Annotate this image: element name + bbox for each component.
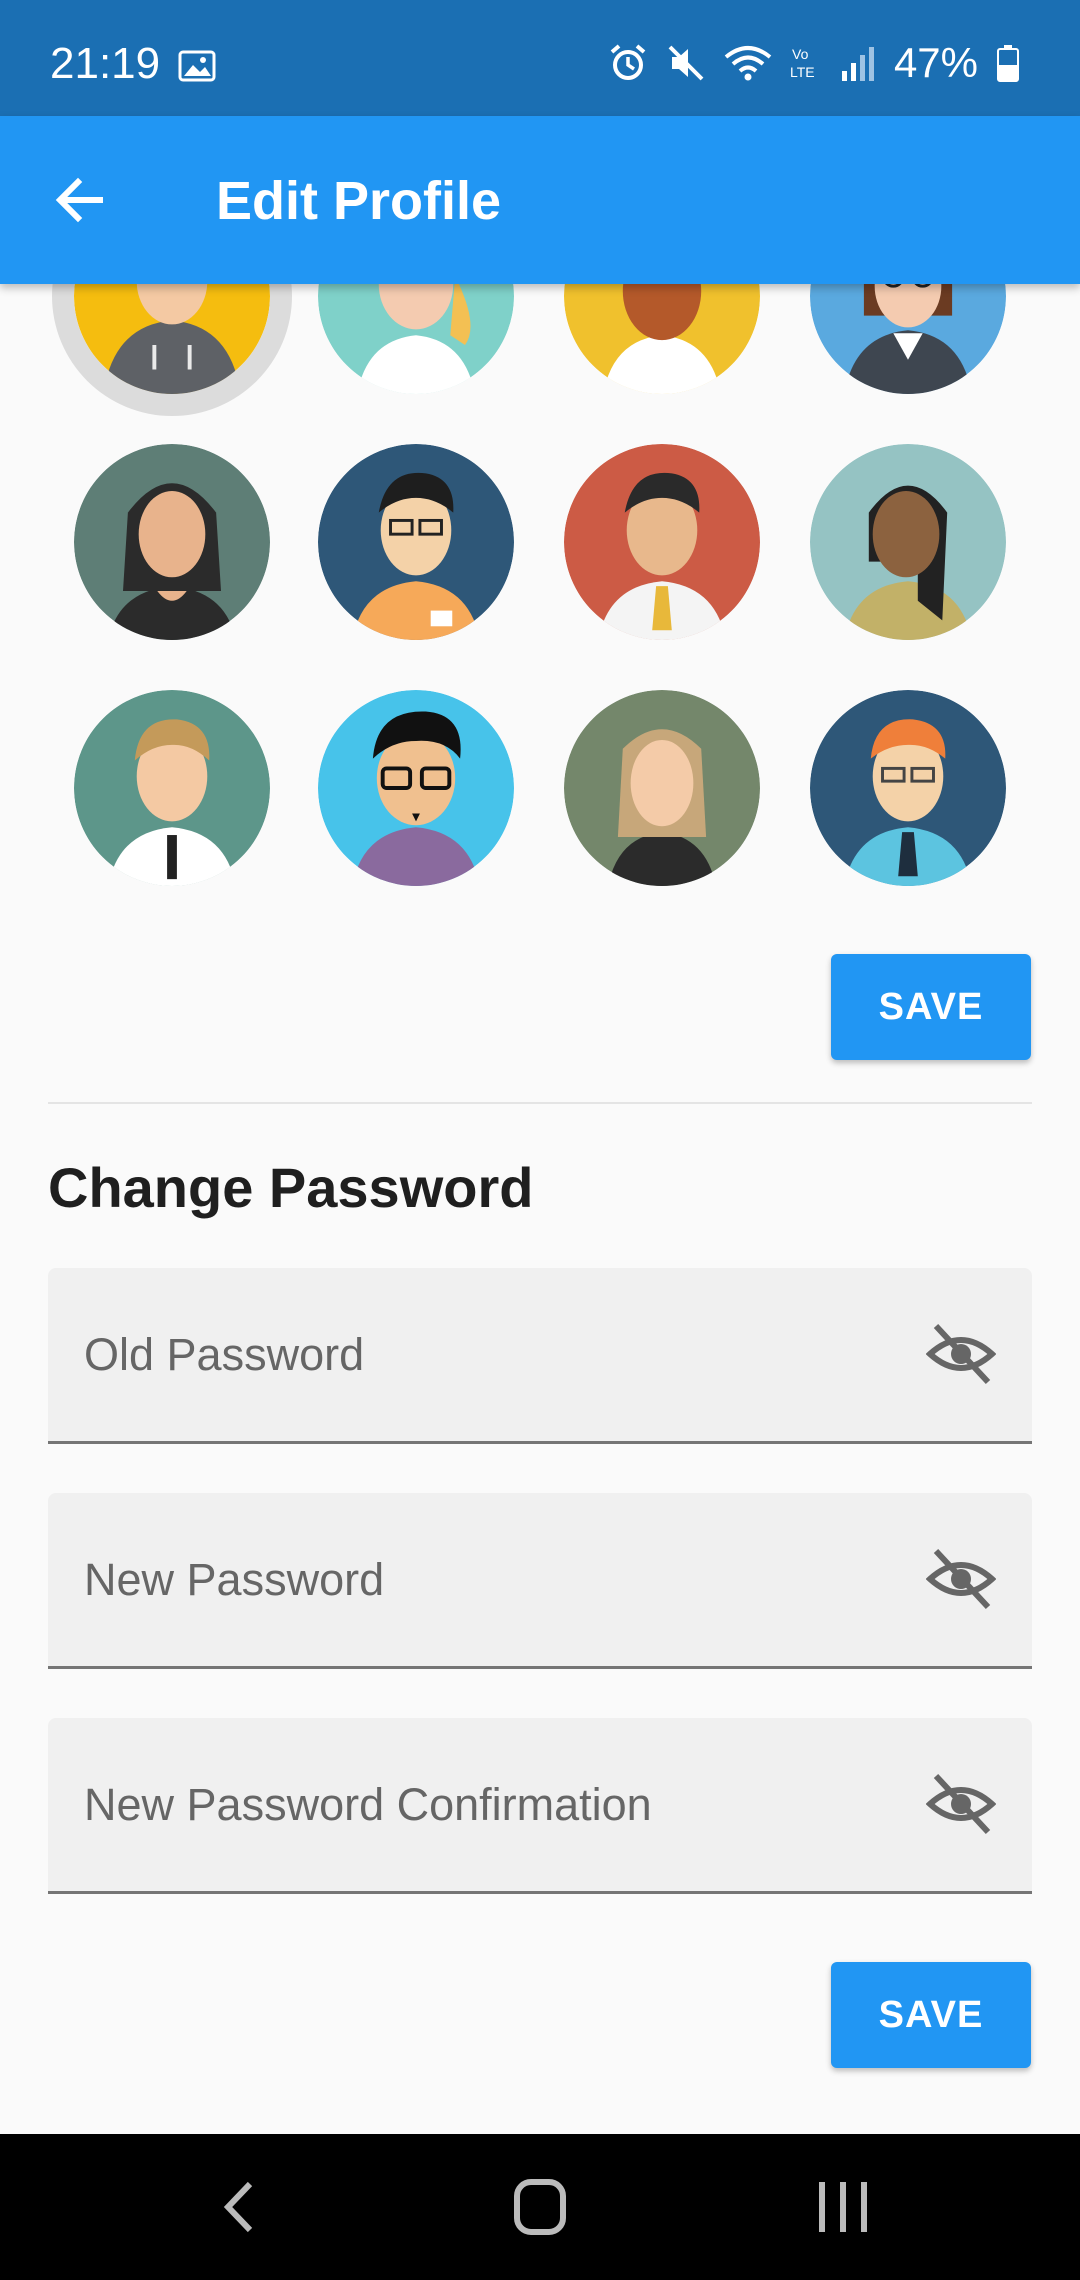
status-bar: 21:19 Vo LTE 47% bbox=[0, 0, 1080, 116]
avatar-option[interactable] bbox=[74, 284, 270, 394]
status-icons: Vo LTE 47% bbox=[608, 42, 1020, 84]
wifi-icon bbox=[724, 46, 772, 81]
avatar-option[interactable] bbox=[318, 284, 514, 394]
content: SAVE Change Password SAVE bbox=[0, 284, 1080, 2134]
avatar-option[interactable] bbox=[318, 444, 514, 640]
avatar-option[interactable] bbox=[318, 690, 514, 886]
battery-percent: 47% bbox=[893, 39, 978, 86]
app-bar: Edit Profile bbox=[0, 116, 1080, 284]
avatar-option[interactable] bbox=[810, 444, 1006, 640]
mute-icon bbox=[668, 45, 704, 81]
avatar-option[interactable] bbox=[564, 690, 760, 886]
avatar-option[interactable] bbox=[810, 690, 1006, 886]
section-divider bbox=[48, 1102, 1032, 1104]
nav-back-icon[interactable] bbox=[194, 2172, 284, 2242]
avatar-option[interactable] bbox=[810, 284, 1006, 394]
save-password-button[interactable]: SAVE bbox=[831, 1962, 1031, 2068]
new-password-input[interactable] bbox=[84, 1493, 904, 1666]
status-time: 21:19 bbox=[50, 39, 161, 88]
recents-icon[interactable] bbox=[798, 2172, 888, 2242]
alarm-icon bbox=[610, 44, 646, 80]
avatar-option[interactable] bbox=[74, 690, 270, 886]
avatar-grid bbox=[0, 284, 1080, 904]
old-password-input[interactable] bbox=[84, 1268, 904, 1441]
battery-icon bbox=[997, 45, 1019, 82]
new-password-field bbox=[48, 1493, 1032, 1669]
save-profile-button[interactable]: SAVE bbox=[831, 954, 1031, 1060]
gallery-icon bbox=[178, 50, 216, 82]
signal-icon bbox=[841, 47, 874, 81]
confirm-password-input[interactable] bbox=[84, 1718, 904, 1891]
home-icon[interactable] bbox=[495, 2172, 585, 2242]
visibility-off-icon[interactable] bbox=[926, 1547, 996, 1611]
svg-text:LTE: LTE bbox=[790, 64, 815, 80]
volte-icon: Vo LTE bbox=[790, 46, 815, 80]
avatar-option[interactable] bbox=[74, 444, 270, 640]
change-password-title: Change Password bbox=[48, 1156, 534, 1219]
visibility-off-icon[interactable] bbox=[926, 1322, 996, 1386]
avatar-option[interactable] bbox=[564, 284, 760, 394]
svg-text:Vo: Vo bbox=[792, 46, 809, 62]
system-nav-bar bbox=[0, 2134, 1080, 2280]
visibility-off-icon[interactable] bbox=[926, 1772, 996, 1836]
avatar-option[interactable] bbox=[564, 444, 760, 640]
page-title: Edit Profile bbox=[216, 171, 502, 231]
confirm-password-field bbox=[48, 1718, 1032, 1894]
arrow-back-icon[interactable] bbox=[50, 170, 110, 230]
old-password-field bbox=[48, 1268, 1032, 1444]
